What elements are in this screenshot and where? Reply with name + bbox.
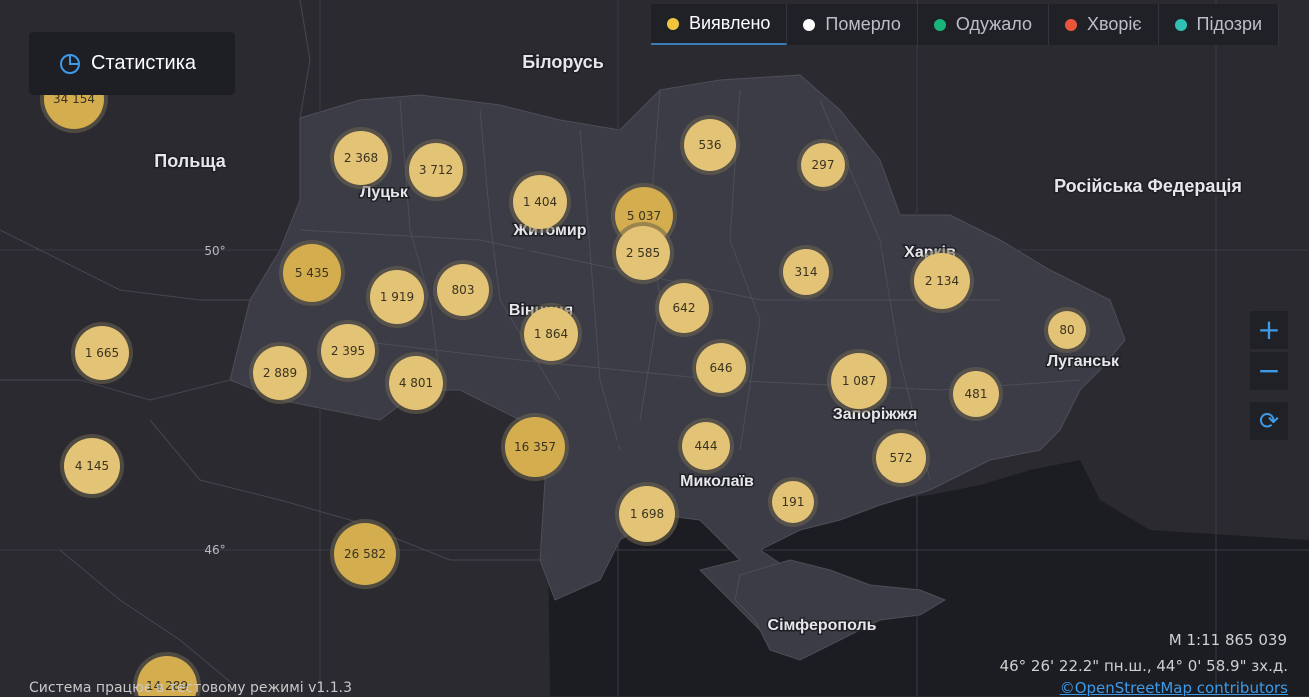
cluster-count: 16 357 xyxy=(514,440,556,454)
cluster-count: 646 xyxy=(710,361,733,375)
cluster-marker[interactable]: 1 698 xyxy=(615,482,679,546)
statistics-label: Статистика xyxy=(91,52,197,74)
cluster-marker[interactable]: 297 xyxy=(797,139,849,191)
tab-dot-icon xyxy=(667,17,679,30)
cluster-marker[interactable]: 2 585 xyxy=(612,222,674,284)
cluster-marker[interactable]: 536 xyxy=(680,115,740,175)
cluster-marker[interactable]: 80 xyxy=(1044,307,1090,353)
cluster-marker[interactable]: 1 864 xyxy=(520,303,582,365)
cluster-count: 26 582 xyxy=(344,547,386,561)
cluster-marker[interactable]: 481 xyxy=(949,367,1003,421)
cluster-marker[interactable]: 4 145 xyxy=(60,434,124,498)
cluster-count: 536 xyxy=(699,138,722,152)
city-label: Сімферополь xyxy=(768,617,877,634)
cluster-count: 297 xyxy=(812,158,835,172)
tab-label: Підозри xyxy=(1196,14,1263,34)
cluster-count: 4 145 xyxy=(75,459,109,473)
zoom-out-button[interactable]: − xyxy=(1250,352,1288,390)
cluster-marker[interactable]: 803 xyxy=(433,260,493,320)
cluster-count: 803 xyxy=(452,283,475,297)
zoom-in-button[interactable]: + xyxy=(1250,311,1288,349)
cluster-count: 1 087 xyxy=(842,374,876,388)
cluster-marker[interactable]: 572 xyxy=(872,429,930,487)
cluster-count: 1 404 xyxy=(523,195,557,209)
tab-dot-icon xyxy=(933,18,946,31)
tab-dot-icon xyxy=(1174,18,1187,31)
country-label: Польща xyxy=(154,151,226,171)
cluster-marker[interactable]: 2 368 xyxy=(330,127,392,189)
tab-label: Виявлено xyxy=(689,13,771,33)
country-label: Білорусь xyxy=(522,52,604,72)
tab-4[interactable]: Підозри xyxy=(1159,4,1280,45)
cluster-count: 1 919 xyxy=(380,290,414,304)
tab-label: Померло xyxy=(825,14,901,34)
cluster-count: 2 585 xyxy=(626,246,660,260)
statistics-button[interactable]: Статистика xyxy=(29,32,235,95)
pie-chart-icon xyxy=(60,53,80,74)
cluster-marker[interactable]: 16 357 xyxy=(501,413,569,481)
cluster-marker[interactable]: 314 xyxy=(779,245,833,299)
map-scale: M 1:11 865 039 xyxy=(1168,631,1287,649)
osm-attribution-link[interactable]: ©OpenStreetMap contributors xyxy=(1060,679,1288,697)
reset-view-button[interactable]: ⟳ xyxy=(1250,402,1288,440)
cluster-count: 1 665 xyxy=(85,346,119,360)
cluster-count: 80 xyxy=(1059,323,1074,337)
cluster-marker[interactable]: 1 404 xyxy=(509,171,571,233)
cluster-marker[interactable]: 2 134 xyxy=(910,249,974,313)
cluster-count: 481 xyxy=(965,387,988,401)
cluster-count: 1 698 xyxy=(630,507,664,521)
latitude-label: 50° xyxy=(204,244,225,258)
cluster-marker[interactable]: 1 919 xyxy=(366,266,428,328)
tab-2[interactable]: Одужало xyxy=(918,4,1049,45)
tab-dot-icon xyxy=(803,18,816,31)
minus-icon: − xyxy=(1257,354,1281,387)
tab-3[interactable]: Хворіє xyxy=(1049,4,1159,45)
cluster-marker[interactable]: 642 xyxy=(655,279,713,337)
cluster-marker[interactable]: 4 801 xyxy=(385,352,447,414)
cluster-count: 2 395 xyxy=(331,344,365,358)
cluster-count: 1 864 xyxy=(534,327,568,341)
latitude-label: 46° xyxy=(204,543,225,557)
cluster-marker[interactable]: 444 xyxy=(678,418,734,474)
cluster-count: 2 889 xyxy=(263,366,297,380)
cluster-marker[interactable]: 646 xyxy=(692,339,750,397)
cluster-marker[interactable]: 5 435 xyxy=(279,240,345,306)
cluster-marker[interactable]: 191 xyxy=(768,477,818,527)
city-label: Луганськ xyxy=(1047,353,1120,370)
country-label: Російська Федерація xyxy=(1054,176,1242,196)
cluster-count: 444 xyxy=(695,439,718,453)
cluster-count: 191 xyxy=(782,495,805,509)
cluster-marker[interactable]: 2 889 xyxy=(249,342,311,404)
cluster-count: 314 xyxy=(795,265,818,279)
cluster-count: 2 368 xyxy=(344,151,378,165)
refresh-icon: ⟳ xyxy=(1258,407,1280,435)
cluster-marker[interactable]: 26 582 xyxy=(330,519,400,589)
cluster-count: 5 435 xyxy=(295,266,329,280)
footer-version: Система працює в тестовому режимі v1.1.3 xyxy=(29,680,353,696)
tab-label: Хворіє xyxy=(1086,14,1142,34)
cluster-count: 2 134 xyxy=(925,274,959,288)
tab-label: Одужало xyxy=(955,14,1032,34)
cluster-count: 572 xyxy=(890,451,913,465)
map-canvas[interactable]: БілорусьПольщаРосійська ФедераціяЛуцькЖи… xyxy=(0,0,1309,696)
cluster-marker[interactable]: 1 087 xyxy=(827,349,891,413)
category-tabs: Виявлено Померло Одужало Хворіє Підозри xyxy=(651,4,1280,45)
cluster-marker[interactable]: 3 712 xyxy=(405,139,467,201)
tab-0[interactable]: Виявлено xyxy=(651,4,788,45)
cluster-marker[interactable]: 1 665 xyxy=(71,322,133,384)
cursor-coordinates: 46° 26' 22.2" пн.ш., 44° 0' 58.9" зх.д. xyxy=(999,657,1288,675)
city-label: Миколаїв xyxy=(680,473,754,490)
tab-dot-icon xyxy=(1064,18,1077,31)
tab-1[interactable]: Померло xyxy=(787,4,918,45)
cluster-count: 3 712 xyxy=(419,163,453,177)
cluster-marker[interactable]: 2 395 xyxy=(317,320,379,382)
plus-icon: + xyxy=(1257,313,1281,346)
cluster-count: 5 037 xyxy=(627,209,661,223)
cluster-count: 4 801 xyxy=(399,376,433,390)
cluster-count: 642 xyxy=(673,301,696,315)
